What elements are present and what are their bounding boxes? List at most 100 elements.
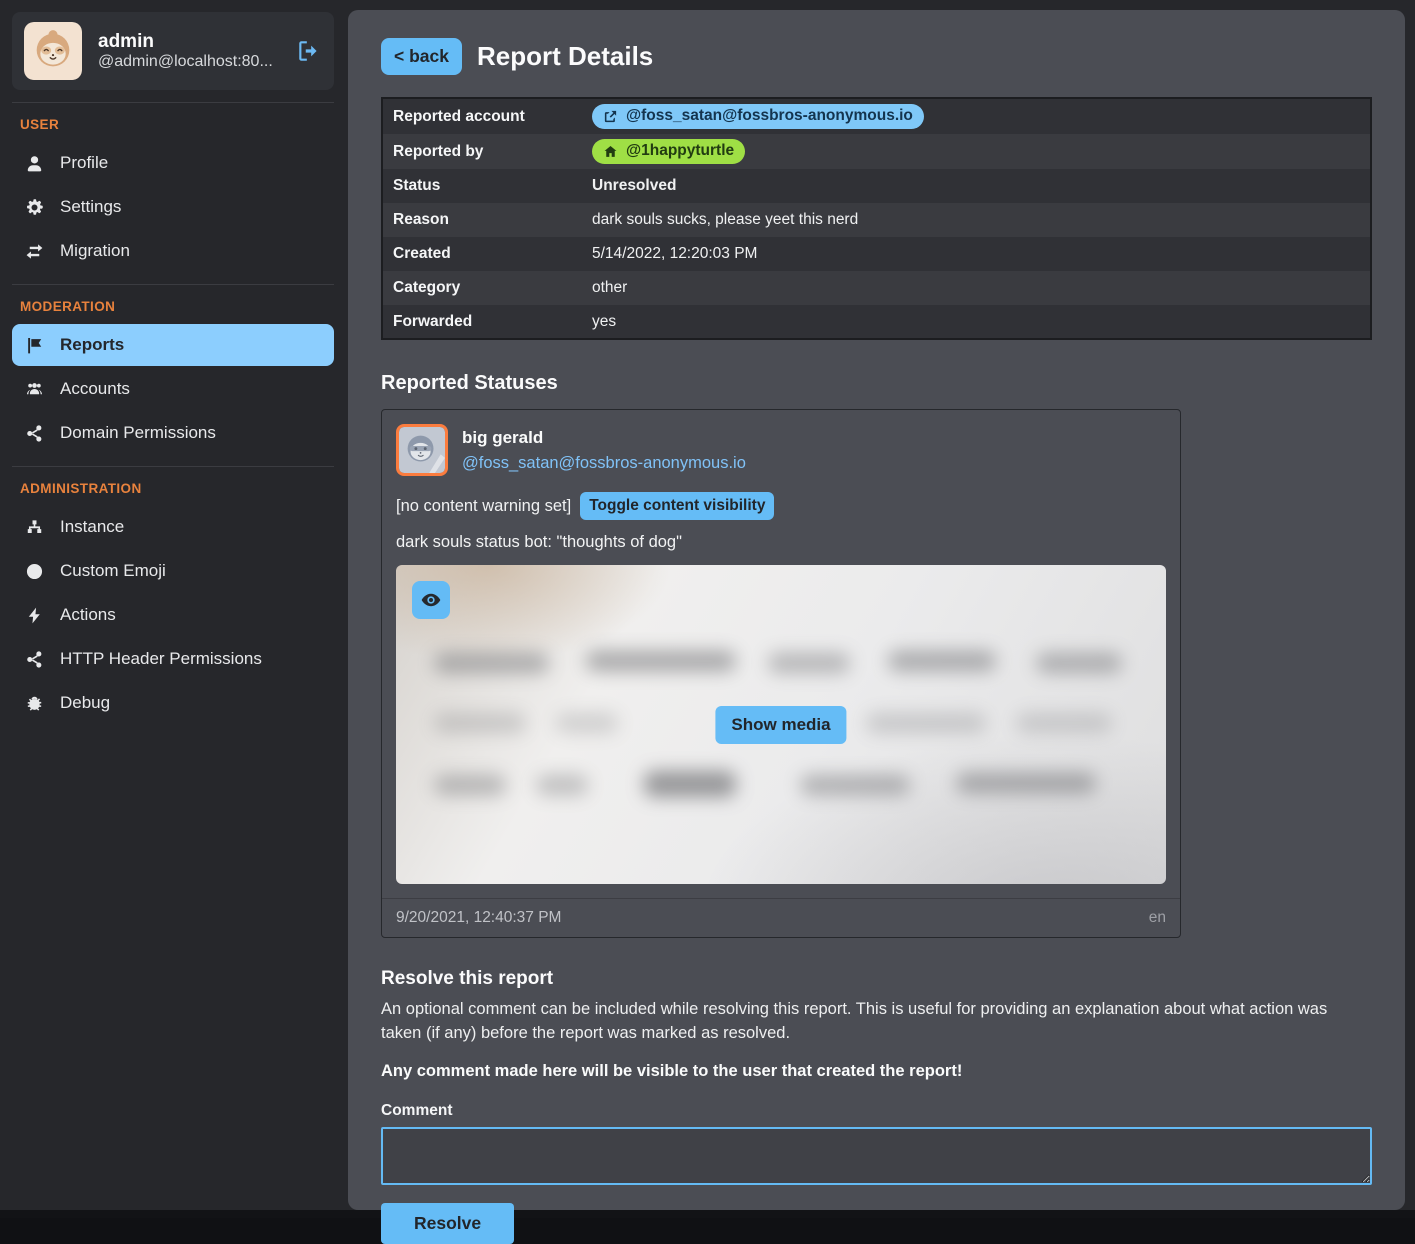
status-value: Unresolved — [582, 169, 1371, 203]
user-handle: @admin@localhost:80... — [98, 53, 273, 70]
row-label: Category — [382, 271, 582, 305]
sidebar-item-label: Custom Emoji — [60, 561, 166, 581]
sidebar-item-domain-permissions[interactable]: Domain Permissions — [12, 412, 334, 454]
status-text: dark souls status bot: "thoughts of dog" — [396, 533, 1166, 552]
user-card[interactable]: admin @admin@localhost:80... — [12, 12, 334, 90]
status-author-handle[interactable]: @foss_satan@fossbros-anonymous.io — [462, 454, 746, 473]
reason-value: dark souls sucks, please yeet this nerd — [582, 203, 1371, 237]
home-icon — [603, 144, 618, 159]
status-language: en — [1149, 909, 1166, 927]
media-blur-blob — [434, 713, 526, 733]
sidebar-item-label: Accounts — [60, 379, 130, 399]
report-details-panel: < back Report Details Reported account @… — [348, 10, 1405, 1210]
sidebar-item-instance[interactable]: Instance — [12, 506, 334, 548]
sidebar-item-profile[interactable]: Profile — [12, 142, 334, 184]
media-blur-blob — [434, 775, 506, 795]
comment-label: Comment — [381, 1102, 1372, 1120]
reported-by-handle: @1happyturtle — [626, 142, 734, 160]
media-blur-blob — [800, 775, 910, 795]
status-author-avatar — [396, 424, 448, 476]
sitemap-icon — [24, 517, 45, 537]
table-row: Reported by @1happyturtle — [382, 134, 1371, 169]
sidebar-item-label: Profile — [60, 153, 108, 173]
share-nodes-icon — [24, 649, 45, 669]
sidebar-section-moderation: MODERATION Reports Accounts Domain Permi… — [12, 284, 334, 454]
transfer-arrows-icon — [24, 241, 45, 261]
row-label: Forwarded — [382, 305, 582, 339]
user-display-name: admin — [98, 31, 154, 52]
reported-statuses-heading: Reported Statuses — [381, 372, 1372, 395]
media-blur-blob — [1036, 653, 1122, 673]
admin-avatar — [24, 22, 82, 80]
app-window: admin @admin@localhost:80... USER Profil… — [0, 0, 1415, 1210]
row-label: Reason — [382, 203, 582, 237]
content-warning-row: [no content warning set] Toggle content … — [396, 492, 1166, 520]
comment-textarea[interactable] — [381, 1127, 1372, 1185]
page-title: Report Details — [477, 41, 653, 72]
panel-header: < back Report Details — [381, 38, 1372, 75]
row-label: Created — [382, 237, 582, 271]
status-author: big gerald @foss_satan@fossbros-anonymou… — [462, 428, 746, 473]
sidebar-item-reports[interactable]: Reports — [12, 324, 334, 366]
resolve-button[interactable]: Resolve — [381, 1203, 514, 1244]
media-blur-blob — [434, 653, 549, 673]
sidebar-section-administration: ADMINISTRATION Instance Custom Emoji Act… — [12, 466, 334, 724]
media-blur-blob — [888, 651, 996, 671]
status-author-display-name: big gerald — [462, 428, 746, 448]
media-blur-blob — [586, 651, 736, 671]
sidebar-item-actions[interactable]: Actions — [12, 594, 334, 636]
table-row: Reason dark souls sucks, please yeet thi… — [382, 203, 1371, 237]
sidebar-item-label: HTTP Header Permissions — [60, 649, 262, 669]
back-button[interactable]: < back — [381, 38, 462, 75]
external-link-icon — [603, 109, 618, 124]
section-header-user: USER — [12, 103, 334, 140]
section-header-administration: ADMINISTRATION — [12, 467, 334, 504]
status-timestamp: 9/20/2021, 12:40:37 PM — [396, 909, 561, 927]
blurred-media-attachment: Show media — [396, 565, 1166, 884]
show-media-button[interactable]: Show media — [715, 706, 846, 744]
media-blur-blob — [768, 653, 850, 673]
media-blur-blob — [644, 771, 736, 797]
sidebar-item-custom-emoji[interactable]: Custom Emoji — [12, 550, 334, 592]
sign-out-icon[interactable] — [296, 38, 322, 64]
user-icon — [24, 153, 45, 173]
resolve-warning: Any comment made here will be visible to… — [381, 1060, 1372, 1084]
sidebar-item-accounts[interactable]: Accounts — [12, 368, 334, 410]
eye-icon — [420, 589, 442, 611]
row-label: Status — [382, 169, 582, 203]
table-row: Created 5/14/2022, 12:20:03 PM — [382, 237, 1371, 271]
sidebar-item-label: Debug — [60, 693, 110, 713]
status-header: big gerald @foss_satan@fossbros-anonymou… — [396, 424, 1166, 476]
created-value: 5/14/2022, 12:20:03 PM — [582, 237, 1371, 271]
report-details-table: Reported account @foss_satan@fossbros-an… — [381, 97, 1372, 340]
status-footer: 9/20/2021, 12:40:37 PM en — [382, 898, 1180, 937]
reported-account-pill[interactable]: @foss_satan@fossbros-anonymous.io — [592, 104, 924, 129]
reported-by-pill[interactable]: @1happyturtle — [592, 139, 745, 164]
sidebar-item-label: Instance — [60, 517, 124, 537]
sidebar-item-label: Domain Permissions — [60, 423, 216, 443]
media-blur-blob — [556, 713, 618, 733]
table-row: Forwarded yes — [382, 305, 1371, 339]
sidebar-item-label: Actions — [60, 605, 116, 625]
toggle-content-visibility-button[interactable]: Toggle content visibility — [580, 492, 774, 520]
sidebar-item-http-header-permissions[interactable]: HTTP Header Permissions — [12, 638, 334, 680]
sidebar: admin @admin@localhost:80... USER Profil… — [0, 0, 348, 1210]
reported-status-card: big gerald @foss_satan@fossbros-anonymou… — [381, 409, 1181, 938]
media-blur-blob — [956, 773, 1096, 793]
table-row: Reported account @foss_satan@fossbros-an… — [382, 98, 1371, 134]
content-warning-text: [no content warning set] — [396, 497, 571, 516]
table-row: Category other — [382, 271, 1371, 305]
reported-account-handle: @foss_satan@fossbros-anonymous.io — [626, 107, 913, 125]
section-header-moderation: MODERATION — [12, 285, 334, 322]
sidebar-item-label: Settings — [60, 197, 121, 217]
sidebar-item-migration[interactable]: Migration — [12, 230, 334, 272]
category-value: other — [582, 271, 1371, 305]
media-sensitive-eye-button[interactable] — [412, 581, 450, 619]
users-icon — [24, 379, 45, 399]
sidebar-section-user: USER Profile Settings Migration — [12, 102, 334, 272]
sidebar-item-settings[interactable]: Settings — [12, 186, 334, 228]
gears-icon — [24, 197, 45, 217]
resolve-report-section: Resolve this report An optional comment … — [381, 968, 1372, 1244]
sidebar-item-debug[interactable]: Debug — [12, 682, 334, 724]
share-nodes-icon — [24, 423, 45, 443]
